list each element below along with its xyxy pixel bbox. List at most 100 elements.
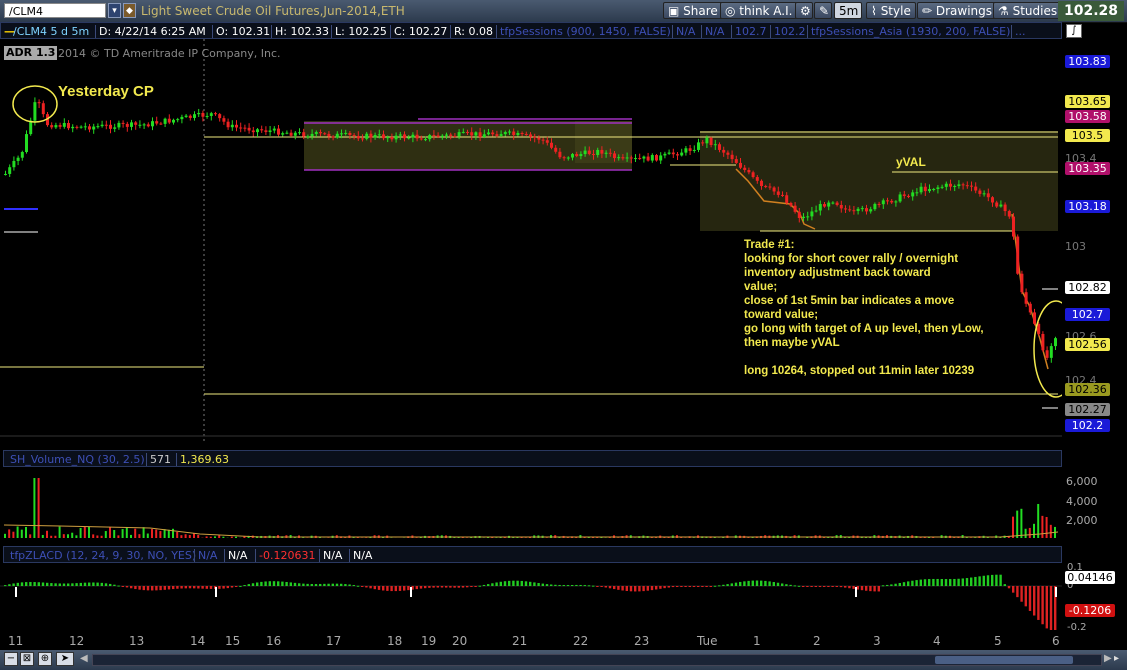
candle-body xyxy=(109,124,112,129)
volume-bar xyxy=(8,529,11,538)
zlacd-bar xyxy=(314,584,318,586)
candle-body xyxy=(335,133,339,138)
volume-bar xyxy=(12,531,15,538)
volume-bar xyxy=(58,526,61,538)
wrench-icon[interactable]: ✎ xyxy=(814,2,832,19)
zlacd-signal-marker xyxy=(1055,587,1057,597)
candle-body xyxy=(348,132,352,136)
zlacd-bar xyxy=(932,578,935,586)
candle-body xyxy=(915,192,919,194)
volume-pane xyxy=(3,478,1059,538)
chart-mode-icon[interactable]: ∫ xyxy=(1066,24,1082,38)
volume-bar xyxy=(1041,515,1044,538)
candle-body xyxy=(172,119,175,123)
candle-body xyxy=(88,126,91,130)
candle-body xyxy=(1045,350,1049,358)
candle-body xyxy=(566,157,570,159)
settings-icon[interactable]: ⚙ xyxy=(795,2,813,19)
scroll-right-icon[interactable]: ▶ xyxy=(1104,654,1114,664)
zlacd-bar xyxy=(881,585,885,587)
zlacd-bar xyxy=(739,581,742,586)
link-icon[interactable]: ◆ xyxy=(123,3,136,18)
cursor-icon[interactable]: ➤ xyxy=(56,652,74,666)
study-sessions-asia[interactable]: tfpSessions_Asia (1930, 200, FALSE) xyxy=(807,25,1010,38)
volume-study-name[interactable]: SH_Volume_NQ (30, 2.5) xyxy=(10,453,145,466)
drawings-label: Drawings xyxy=(935,4,993,18)
candle-body xyxy=(272,128,276,131)
volume-bar xyxy=(1037,503,1040,538)
candle-body xyxy=(58,125,62,127)
candle-body xyxy=(428,135,432,140)
candle-body xyxy=(243,127,247,129)
candle-body xyxy=(550,142,553,148)
price-label: 103.35 xyxy=(1065,162,1110,175)
zlacd-bar xyxy=(533,582,536,586)
style-button[interactable]: ⌇ Style xyxy=(866,2,916,19)
zlacd-bar xyxy=(592,585,595,587)
zoom-box-icon[interactable]: ⊠ xyxy=(20,652,34,666)
candle-body xyxy=(218,114,222,119)
zlacd-bar xyxy=(394,586,397,592)
candle-body xyxy=(524,133,528,135)
time-tick: 1 xyxy=(753,634,761,648)
price-chart[interactable]: Yesterday CP yVAL Trade #1: looking for s… xyxy=(0,39,1062,443)
zlacd-bar xyxy=(844,586,847,588)
candle-body xyxy=(697,142,700,150)
timeframe-selector[interactable]: 5m xyxy=(834,2,862,19)
zlacd-bar xyxy=(667,586,670,588)
last-price: 102.28 xyxy=(1058,1,1124,21)
horizontal-scrollbar[interactable] xyxy=(92,654,1102,666)
expand-icon[interactable]: ▸ xyxy=(1114,652,1126,666)
candle-body xyxy=(1003,204,1007,212)
candle-body xyxy=(449,134,453,136)
symbol-input[interactable]: /CLM4 xyxy=(4,3,106,18)
scrollbar-thumb[interactable] xyxy=(935,656,1073,664)
zlacd-bar xyxy=(142,586,145,591)
zlacd-bar xyxy=(877,586,880,592)
zlacd-bar xyxy=(562,585,565,587)
think-ai-button[interactable]: ◎ think A.I. xyxy=(720,2,798,19)
candle-body xyxy=(860,208,864,210)
pencil-icon: ✏ xyxy=(922,4,936,18)
zlacd-bar xyxy=(827,586,830,587)
symbol-dropdown-icon[interactable]: ▾ xyxy=(108,3,121,18)
zlacd-bar xyxy=(898,582,901,586)
share-button[interactable]: ▣ Share xyxy=(663,2,723,19)
zlacd-label-pos: 0.04146 xyxy=(1065,571,1115,584)
zoom-in-icon[interactable]: ⊕ xyxy=(38,652,52,666)
zlacd-bar xyxy=(676,586,679,587)
zlacd-bar xyxy=(810,586,813,587)
candle-body xyxy=(596,149,600,155)
candle-body xyxy=(239,127,243,129)
price-label: 103.58 xyxy=(1065,110,1110,123)
candle-body xyxy=(226,121,230,128)
yesterday-cp-label: Yesterday CP xyxy=(58,83,154,100)
zlacd-bar xyxy=(243,585,246,587)
zlacd-bar xyxy=(1033,586,1036,616)
candle-body xyxy=(890,200,894,203)
volume-bar xyxy=(1016,510,1019,538)
study-sessions[interactable]: tfpSessions (900, 1450, FALSE) xyxy=(496,25,671,38)
volume-bars xyxy=(3,478,1059,538)
studies-button[interactable]: ⚗ Studies xyxy=(993,2,1063,19)
zlacd-value: -0.120631 xyxy=(255,549,315,562)
zlacd-study-name[interactable]: tfpZLACD (12, 24, 9, 30, NO, YES) xyxy=(10,549,196,562)
candle-body xyxy=(844,208,847,210)
style-label: Style xyxy=(880,4,911,18)
candle-body xyxy=(373,134,377,138)
drawings-button[interactable]: ✏ Drawings xyxy=(917,2,998,19)
candle-body xyxy=(781,194,784,196)
zlacd-bar xyxy=(697,586,700,587)
candle-body xyxy=(142,124,146,126)
candle-body xyxy=(25,134,28,153)
more-studies[interactable]: ... xyxy=(1011,25,1026,38)
zlacd-bar xyxy=(865,586,868,591)
trade-note-line: Trade #1: xyxy=(744,239,795,251)
value-area-3 xyxy=(700,131,1058,231)
volume-axis-4000: 4,000 xyxy=(1066,495,1098,508)
candle-body xyxy=(680,152,684,156)
time-tick: 13 xyxy=(129,634,145,648)
zoom-out-icon[interactable]: − xyxy=(4,652,18,666)
candle-body xyxy=(327,133,331,137)
scroll-left-icon[interactable]: ◀ xyxy=(80,654,90,664)
